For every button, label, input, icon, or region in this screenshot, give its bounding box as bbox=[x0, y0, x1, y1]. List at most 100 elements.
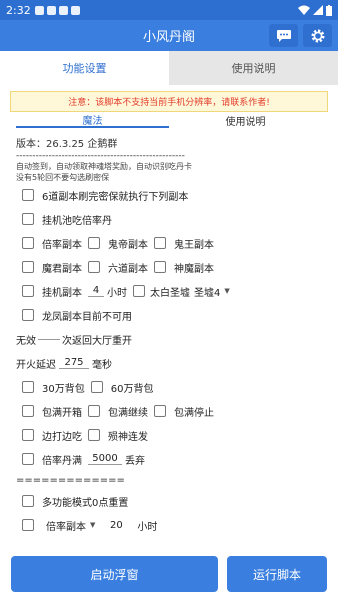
checkbox-label: 包满停止 bbox=[174, 407, 214, 419]
checkbox-option[interactable]: 60万背包 bbox=[90, 380, 154, 395]
checkbox-option[interactable]: 殒神连发 bbox=[88, 428, 148, 443]
description-line: 自动签到，自动领取神魂塔奖励，自动识别吃丹卡 bbox=[16, 162, 192, 171]
bottom-actions: 启动浮窗 运行脚本 bbox=[0, 556, 338, 596]
checkbox-label: 包满继续 bbox=[108, 407, 148, 419]
field-label: 次返回大厅重开 bbox=[62, 335, 132, 347]
checkbox-option[interactable]: 多功能模式0点重置 bbox=[22, 494, 128, 509]
option-row: 倍率丹满 5000 丢弃 bbox=[16, 447, 322, 471]
description-line: 没有5轮回不要勾选刷密保 bbox=[16, 173, 110, 182]
checkbox[interactable] bbox=[154, 405, 166, 417]
checkbox[interactable] bbox=[90, 381, 103, 393]
checkbox-option[interactable]: 挂机池吃倍率丹 bbox=[22, 212, 112, 227]
chat-icon bbox=[276, 29, 291, 42]
checkbox[interactable] bbox=[154, 261, 166, 273]
checkbox-option[interactable]: 魔君副本 bbox=[22, 260, 82, 275]
divider-dashes: ----------------------------------------… bbox=[16, 151, 185, 161]
field-label: 毫秒 bbox=[92, 359, 112, 371]
checkbox-option[interactable]: 6道副本刷完密保就执行下列副本 bbox=[22, 188, 188, 203]
dropdown-arrow-icon: ▼ bbox=[90, 521, 96, 529]
run-script-button[interactable]: 运行脚本 bbox=[227, 556, 327, 592]
checkbox-option[interactable]: 边打边吃 bbox=[22, 428, 82, 443]
checkbox[interactable] bbox=[22, 453, 34, 465]
option-row: 多功能模式0点重置 bbox=[16, 489, 322, 513]
checkbox-label: 殒神连发 bbox=[108, 431, 148, 443]
tab-help[interactable]: 使用说明 bbox=[169, 51, 338, 85]
field-label: 丢弃 bbox=[125, 455, 145, 467]
ruins-select[interactable]: 圣墟4 ▼ bbox=[194, 284, 230, 299]
option-row: 倍率副本 鬼帝副本 鬼王副本 bbox=[16, 231, 322, 255]
checkbox[interactable] bbox=[22, 429, 34, 441]
invalid-count-input[interactable] bbox=[38, 338, 60, 340]
option-row: 挂机副本 4 小时 太白圣墟 圣墟4 ▼ bbox=[16, 279, 322, 303]
checkbox-option[interactable]: 包满停止 bbox=[154, 404, 214, 419]
checkbox[interactable] bbox=[133, 285, 145, 297]
hours-input[interactable]: 4 bbox=[88, 285, 104, 297]
checkbox-option[interactable]: 倍率丹满 bbox=[22, 452, 82, 467]
checkbox-label: 神魔副本 bbox=[174, 263, 214, 275]
field-label: 无效 bbox=[16, 335, 36, 347]
option-row: 开火延迟 275 毫秒 bbox=[16, 351, 322, 375]
checkbox-option[interactable]: 龙凤副本目前不可用 bbox=[22, 308, 132, 323]
checkbox[interactable] bbox=[88, 405, 100, 417]
checkbox[interactable] bbox=[22, 213, 34, 225]
option-row: 无效 次返回大厅重开 bbox=[16, 327, 322, 351]
warning-notice: 注意：该脚本不支持当前手机分辨率，请联系作者! bbox=[10, 91, 328, 112]
checkbox-option[interactable]: 鬼王副本 bbox=[154, 236, 214, 251]
checkbox-option[interactable]: 包满继续 bbox=[88, 404, 148, 419]
checkbox[interactable] bbox=[88, 429, 100, 441]
option-row: 魔君副本 六道副本 神魔副本 bbox=[16, 255, 322, 279]
checkbox-option[interactable]: 30万背包 bbox=[22, 380, 85, 395]
signal-icon bbox=[313, 5, 323, 15]
checkbox[interactable] bbox=[22, 189, 34, 201]
settings-scroll-area[interactable]: 版本：26.3.25 企鹅群 -------------------------… bbox=[0, 138, 338, 548]
app-notification-icon bbox=[34, 5, 44, 15]
checkbox[interactable] bbox=[88, 261, 100, 273]
checkbox[interactable] bbox=[22, 261, 34, 273]
option-row: 倍率副本 ▼ 20 小时 bbox=[16, 513, 322, 537]
battery-icon bbox=[326, 4, 332, 16]
checkbox-option[interactable]: 神魔副本 bbox=[154, 260, 214, 275]
checkbox-option[interactable]: 六道副本 bbox=[88, 260, 148, 275]
status-bar: 2:32 bbox=[0, 0, 338, 20]
checkbox-label: 包满开箱 bbox=[42, 407, 82, 419]
subtab-help[interactable]: 使用说明 bbox=[169, 112, 322, 128]
discard-threshold-input[interactable]: 5000 bbox=[88, 453, 122, 465]
option-row: 边打边吃 殒神连发 bbox=[16, 423, 322, 447]
checkbox-option[interactable]: 太白圣墟 bbox=[133, 284, 190, 299]
checkbox-label: 多功能模式0点重置 bbox=[42, 497, 129, 509]
checkbox[interactable] bbox=[22, 309, 34, 321]
field-label: 开火延迟 bbox=[16, 359, 56, 371]
checkbox[interactable] bbox=[22, 405, 34, 417]
app-title: 小风丹阁 bbox=[142, 30, 195, 45]
checkbox[interactable] bbox=[154, 237, 166, 249]
checkbox-option[interactable]: 鬼帝副本 bbox=[88, 236, 148, 251]
checkbox[interactable] bbox=[22, 237, 34, 249]
settings-button[interactable] bbox=[303, 24, 332, 47]
mode-select[interactable]: 倍率副本 ▼ bbox=[46, 518, 95, 533]
checkbox[interactable] bbox=[22, 381, 34, 393]
checkbox-label: 倍率丹满 bbox=[42, 455, 82, 467]
checkbox-label: 边打边吃 bbox=[42, 431, 82, 443]
checkbox-option[interactable]: 挂机副本 bbox=[22, 284, 82, 299]
start-float-window-button[interactable]: 启动浮窗 bbox=[11, 556, 218, 592]
checkbox-label: 鬼帝副本 bbox=[108, 239, 148, 251]
checkbox-option[interactable]: 倍率副本 bbox=[22, 236, 82, 251]
chat-button[interactable] bbox=[269, 24, 298, 47]
checkbox[interactable] bbox=[88, 237, 100, 249]
checkbox[interactable] bbox=[22, 285, 34, 297]
tab-settings[interactable]: 功能设置 bbox=[0, 51, 169, 85]
option-row: 30万背包 60万背包 bbox=[16, 375, 322, 399]
hours-input[interactable]: 20 bbox=[105, 520, 127, 531]
checkbox-label: 太白圣墟 bbox=[150, 287, 190, 299]
checkbox-label: 龙凤副本目前不可用 bbox=[42, 311, 132, 323]
checkbox[interactable] bbox=[22, 495, 34, 507]
checkbox-label: 六道副本 bbox=[108, 263, 148, 275]
checkbox[interactable] bbox=[22, 519, 34, 531]
subtab-magic[interactable]: 魔法 bbox=[16, 112, 169, 128]
checkbox-label: 倍率副本 bbox=[42, 239, 82, 251]
checkbox-option[interactable]: 包满开箱 bbox=[22, 404, 82, 419]
fire-delay-input[interactable]: 275 bbox=[59, 357, 89, 369]
checkbox-label: 60万背包 bbox=[110, 383, 154, 395]
checkbox-label: 魔君副本 bbox=[42, 263, 82, 275]
checkbox-option[interactable] bbox=[22, 519, 34, 531]
